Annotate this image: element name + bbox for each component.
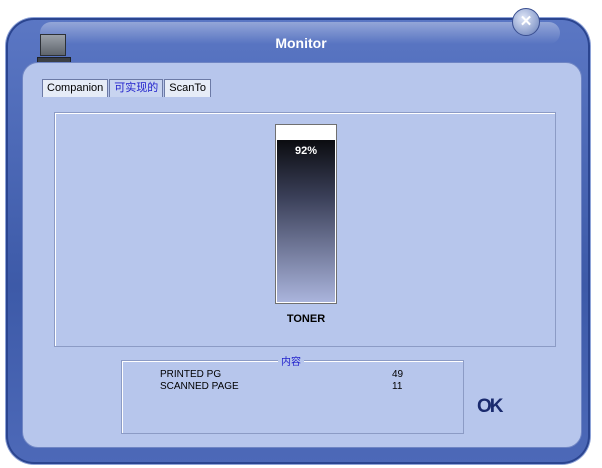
counters-legend: 内容 — [278, 353, 304, 368]
tab-available[interactable]: 可实现的 — [109, 79, 164, 97]
toner-percent: 92% — [294, 145, 318, 157]
toner-gauge-fill: 92% — [277, 140, 335, 302]
scanned-pages-value: 11 — [392, 381, 403, 392]
close-button[interactable]: ✕ — [512, 8, 540, 36]
tab-bar: Companion 可实现的 ScanTo — [42, 79, 212, 97]
toner-gauge: 92% — [275, 124, 337, 304]
window-title: Monitor — [275, 35, 327, 51]
printed-pages-label: PRINTED PG — [160, 369, 222, 380]
tab-scanto[interactable]: ScanTo — [164, 79, 211, 97]
ok-button[interactable]: OK — [477, 396, 503, 418]
tab-companion[interactable]: Companion — [42, 79, 109, 97]
printed-pages-value: 49 — [392, 369, 404, 380]
toner-label: TONER — [286, 313, 326, 325]
scanned-pages-label: SCANNED PAGE — [160, 381, 239, 392]
